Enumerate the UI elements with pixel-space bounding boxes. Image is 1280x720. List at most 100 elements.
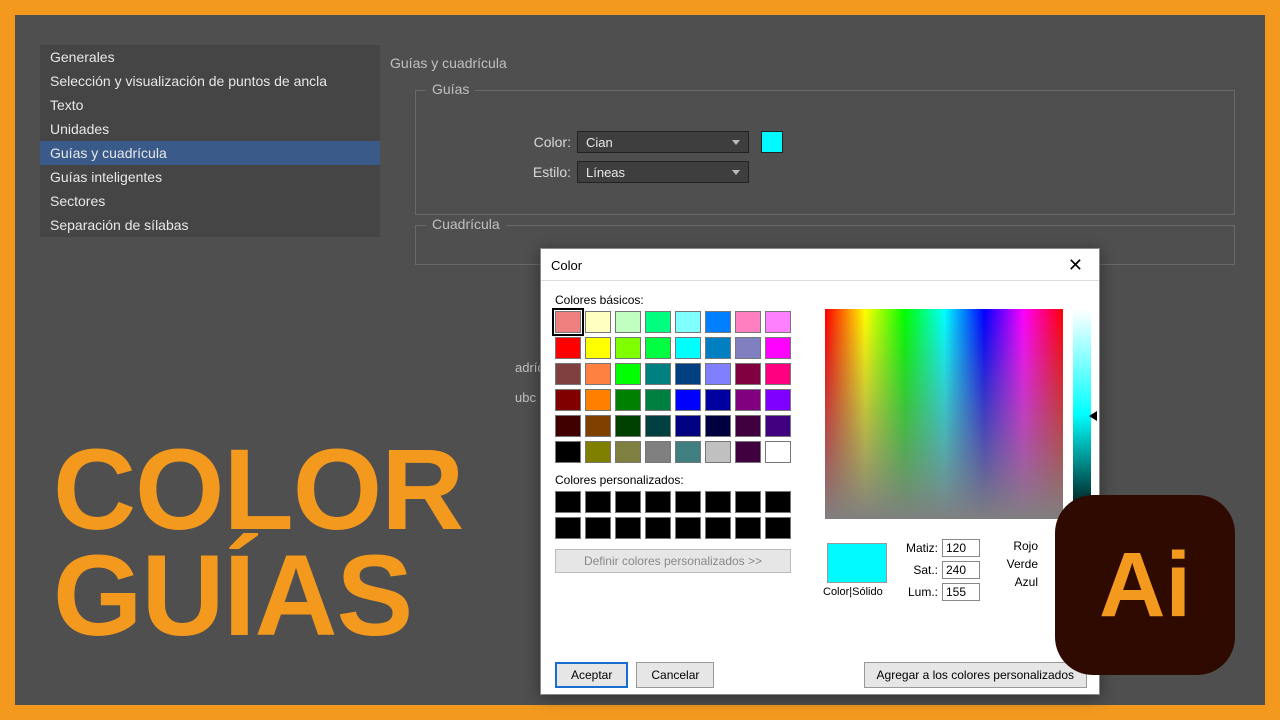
basic-colors-label: Colores básicos: [555, 293, 1085, 307]
color-spectrum[interactable] [825, 309, 1063, 519]
basic-color-cell[interactable] [735, 363, 761, 385]
hue-label: Matiz: [896, 541, 938, 555]
basic-color-cell[interactable] [585, 311, 611, 333]
custom-color-cell[interactable] [675, 517, 701, 539]
cancel-button[interactable]: Cancelar [636, 662, 714, 688]
basic-color-cell[interactable] [765, 389, 791, 411]
basic-color-cell[interactable] [555, 441, 581, 463]
custom-color-cell[interactable] [615, 517, 641, 539]
custom-color-cell[interactable] [765, 517, 791, 539]
sidebar-item-6[interactable]: Sectores [40, 189, 380, 213]
basic-color-cell[interactable] [645, 441, 671, 463]
basic-color-cell[interactable] [765, 363, 791, 385]
basic-color-cell[interactable] [705, 389, 731, 411]
sidebar-item-4[interactable]: Guías y cuadrícula [40, 141, 380, 165]
basic-color-cell[interactable] [645, 389, 671, 411]
headline-text: COLOR GUÍAS [53, 438, 463, 650]
basic-color-cell[interactable] [615, 389, 641, 411]
basic-color-cell[interactable] [645, 415, 671, 437]
red-label: Rojo [996, 539, 1038, 553]
chevron-down-icon [732, 140, 740, 145]
basic-color-cell[interactable] [705, 441, 731, 463]
basic-color-cell[interactable] [675, 415, 701, 437]
guides-color-dropdown[interactable]: Cian [577, 131, 749, 153]
basic-color-cell[interactable] [735, 389, 761, 411]
basic-color-cell[interactable] [555, 389, 581, 411]
hue-input[interactable] [942, 539, 980, 557]
illustrator-badge: Ai [1055, 495, 1235, 675]
basic-color-cell[interactable] [585, 363, 611, 385]
sidebar-item-2[interactable]: Texto [40, 93, 380, 117]
guides-color-swatch[interactable] [761, 131, 783, 153]
sat-input[interactable] [942, 561, 980, 579]
basic-color-cell[interactable] [585, 389, 611, 411]
basic-color-cell[interactable] [555, 337, 581, 359]
basic-color-cell[interactable] [675, 337, 701, 359]
basic-color-cell[interactable] [735, 337, 761, 359]
basic-color-cell[interactable] [555, 415, 581, 437]
close-icon[interactable]: ✕ [1062, 255, 1089, 276]
basic-color-cell[interactable] [735, 441, 761, 463]
custom-color-cell[interactable] [555, 491, 581, 513]
headline-line-1: COLOR [53, 438, 463, 544]
custom-color-cell[interactable] [735, 517, 761, 539]
custom-color-cell[interactable] [585, 491, 611, 513]
basic-color-cell[interactable] [645, 311, 671, 333]
sat-label: Sat.: [896, 563, 938, 577]
color-preview-label: Color|Sólido [823, 586, 883, 598]
sidebar-item-3[interactable]: Unidades [40, 117, 380, 141]
custom-color-cell[interactable] [645, 517, 671, 539]
custom-color-cell[interactable] [675, 491, 701, 513]
basic-color-cell[interactable] [615, 441, 641, 463]
basic-color-cell[interactable] [615, 311, 641, 333]
basic-color-cell[interactable] [615, 415, 641, 437]
basic-color-cell[interactable] [675, 363, 701, 385]
basic-color-cell[interactable] [585, 415, 611, 437]
guides-section-label: Guías [426, 81, 475, 97]
custom-color-cell[interactable] [615, 491, 641, 513]
basic-color-cell[interactable] [675, 441, 701, 463]
basic-color-cell[interactable] [555, 363, 581, 385]
basic-color-cell[interactable] [765, 415, 791, 437]
sidebar-item-1[interactable]: Selección y visualización de puntos de a… [40, 69, 380, 93]
basic-color-cell[interactable] [765, 337, 791, 359]
guides-style-dropdown[interactable]: Líneas [577, 161, 749, 183]
basic-color-cell[interactable] [705, 337, 731, 359]
sidebar-item-7[interactable]: Separación de sílabas [40, 213, 380, 237]
basic-color-cell[interactable] [645, 337, 671, 359]
custom-color-cell[interactable] [765, 491, 791, 513]
dialog-body: Colores básicos: Colores personalizados:… [541, 281, 1099, 696]
add-custom-button[interactable]: Agregar a los colores personalizados [864, 662, 1087, 688]
define-custom-button[interactable]: Definir colores personalizados >> [555, 549, 791, 573]
lum-input[interactable] [942, 583, 980, 601]
basic-color-cell[interactable] [675, 311, 701, 333]
style-label: Estilo: [521, 164, 571, 180]
ok-button[interactable]: Aceptar [555, 662, 628, 688]
basic-color-cell[interactable] [675, 389, 701, 411]
custom-color-cell[interactable] [735, 491, 761, 513]
custom-color-cell[interactable] [645, 491, 671, 513]
sidebar-item-0[interactable]: Generales [40, 45, 380, 69]
basic-color-cell[interactable] [735, 415, 761, 437]
guides-color-row: Color: Cian [521, 131, 783, 153]
basic-color-cell[interactable] [585, 337, 611, 359]
basic-color-cell[interactable] [705, 415, 731, 437]
basic-color-cell[interactable] [615, 337, 641, 359]
sidebar-item-5[interactable]: Guías inteligentes [40, 165, 380, 189]
basic-color-cell[interactable] [705, 311, 731, 333]
basic-color-cell[interactable] [585, 441, 611, 463]
basic-color-cell[interactable] [735, 311, 761, 333]
basic-color-cell[interactable] [645, 363, 671, 385]
basic-color-cell[interactable] [705, 363, 731, 385]
guides-style-row: Estilo: Líneas [521, 161, 749, 183]
custom-color-cell[interactable] [585, 517, 611, 539]
custom-color-cell[interactable] [555, 517, 581, 539]
blue-label: Azul [996, 575, 1038, 589]
basic-color-cell[interactable] [765, 311, 791, 333]
custom-color-cell[interactable] [705, 517, 731, 539]
basic-color-cell[interactable] [555, 311, 581, 333]
custom-color-cell[interactable] [705, 491, 731, 513]
basic-color-cell[interactable] [615, 363, 641, 385]
panel-title: Guías y cuadrícula [390, 55, 507, 71]
basic-color-cell[interactable] [765, 441, 791, 463]
